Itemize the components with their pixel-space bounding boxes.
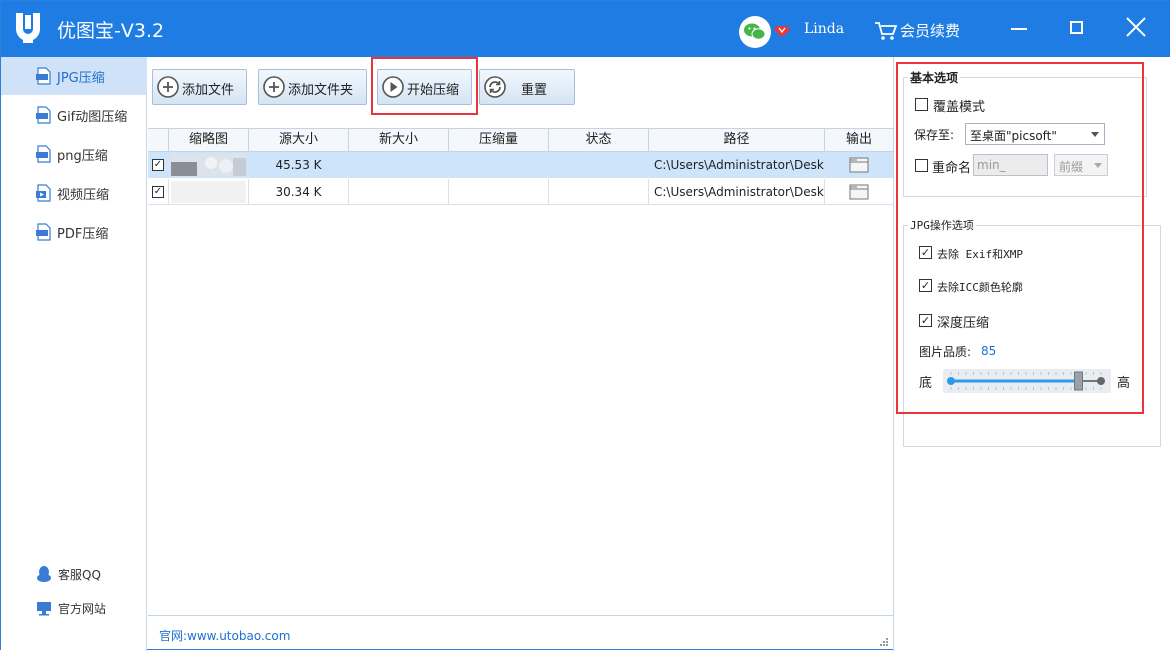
open-folder-icon[interactable] — [849, 157, 869, 173]
thumbnail-cell — [169, 179, 249, 205]
start-compress-button[interactable]: 开始压缩 — [377, 69, 472, 105]
header-path[interactable]: 路径 — [649, 129, 825, 152]
qq-penguin-icon — [37, 566, 51, 582]
reset-label: 重置 — [521, 83, 548, 98]
cart-icon[interactable] — [874, 20, 898, 42]
header-new-size[interactable]: 新大小 — [349, 129, 449, 152]
sidebar-item-label: png压缩 — [57, 149, 108, 164]
plus-circle-icon — [157, 76, 179, 98]
add-folder-label: 添加文件夹 — [288, 83, 354, 98]
maximize-button[interactable] — [1056, 9, 1096, 47]
official-site-link[interactable]: 官网:www.utobao.com — [159, 627, 290, 644]
jpg-file-icon — [36, 67, 51, 85]
image-thumbnail — [171, 154, 246, 176]
sidebar-item-png[interactable]: png压缩 — [1, 135, 147, 173]
table-header: 缩略图 源大小 新大小 压缩量 状态 路径 输出 — [148, 128, 893, 152]
thumbnail-cell — [169, 152, 249, 178]
refresh-icon — [484, 76, 506, 98]
header-checkbox-column — [148, 129, 169, 152]
saved-cell — [449, 152, 549, 178]
sidebar-item-label: Gif动图压缩 — [57, 110, 128, 125]
row-checkbox[interactable]: ✓ — [152, 159, 164, 171]
new-size-cell — [349, 152, 449, 178]
user-name[interactable]: Linda — [804, 21, 844, 37]
pdf-file-icon — [36, 223, 51, 241]
row-checkbox-cell: ✓ — [148, 152, 169, 178]
status-cell — [549, 152, 649, 178]
wechat-icon[interactable] — [739, 16, 771, 48]
saved-cell — [449, 179, 549, 205]
gif-file-icon — [36, 106, 51, 124]
official-website-label: 官方网站 — [58, 602, 107, 616]
row-checkbox[interactable]: ✓ — [152, 186, 164, 198]
status-cell — [549, 179, 649, 205]
header-saved[interactable]: 压缩量 — [449, 129, 549, 152]
customer-service-link[interactable]: 客服QQ — [1, 559, 147, 589]
start-compress-label: 开始压缩 — [407, 83, 460, 98]
header-output[interactable]: 输出 — [825, 129, 893, 152]
add-folder-button[interactable]: 添加文件夹 — [258, 69, 367, 105]
source-size-cell: 30.34 K — [249, 179, 349, 205]
close-button[interactable] — [1116, 9, 1156, 47]
app-window: 优图宝-V3.2 Linda 会员续费 JPG压缩 Gif动图压缩 png压缩 … — [0, 0, 1170, 651]
resize-grip-icon[interactable] — [879, 637, 889, 647]
status-bar: 官网:www.utobao.com — [148, 615, 893, 651]
header-status[interactable]: 状态 — [549, 129, 649, 152]
vip-diamond-icon — [774, 26, 790, 37]
header-thumbnail[interactable]: 缩略图 — [169, 129, 249, 152]
sidebar-item-label: 视频压缩 — [57, 188, 110, 203]
title-bar: 优图宝-V3.2 Linda 会员续费 — [1, 1, 1170, 57]
add-file-label: 添加文件 — [182, 83, 235, 98]
add-file-button[interactable]: 添加文件 — [152, 69, 247, 105]
path-cell: C:\Users\Administrator\Desk... — [649, 152, 825, 178]
app-logo-icon — [16, 13, 40, 43]
source-size-cell: 45.53 K — [249, 152, 349, 178]
table-row[interactable]: ✓ 30.34 K C:\Users\Administrator\Desk... — [148, 179, 893, 205]
header-source-size[interactable]: 源大小 — [249, 129, 349, 152]
plus-circle-icon — [263, 76, 285, 98]
monitor-icon — [37, 602, 51, 616]
path-cell: C:\Users\Administrator\Desk... — [649, 179, 825, 205]
customer-service-label: 客服QQ — [58, 568, 101, 582]
window-title: 优图宝-V3.2 — [57, 20, 165, 42]
video-file-icon — [36, 184, 51, 202]
image-thumbnail — [171, 181, 246, 203]
sidebar-item-video[interactable]: 视频压缩 — [1, 174, 147, 212]
table-row[interactable]: ✓ 45.53 K C:\Users\Administrator\Desk... — [148, 152, 893, 178]
row-checkbox-cell: ✓ — [148, 179, 169, 205]
minimize-button[interactable] — [999, 9, 1039, 47]
sidebar-item-jpg[interactable]: JPG压缩 — [1, 57, 147, 95]
renew-membership-link[interactable]: 会员续费 — [900, 20, 960, 41]
png-file-icon — [36, 145, 51, 163]
output-cell — [825, 152, 893, 178]
highlight-frame-options — [896, 62, 1144, 414]
play-circle-icon — [382, 76, 404, 98]
sidebar-item-gif[interactable]: Gif动图压缩 — [1, 96, 147, 134]
sidebar-item-label: PDF压缩 — [57, 227, 109, 242]
open-folder-icon[interactable] — [849, 184, 869, 200]
sidebar-item-pdf[interactable]: PDF压缩 — [1, 213, 147, 251]
new-size-cell — [349, 179, 449, 205]
reset-button[interactable]: 重置 — [479, 69, 575, 105]
sidebar-item-label: JPG压缩 — [57, 71, 105, 86]
sidebar: JPG压缩 Gif动图压缩 png压缩 视频压缩 PDF压缩 客服QQ 官方网站 — [1, 57, 147, 651]
output-cell — [825, 179, 893, 205]
official-website-link[interactable]: 官方网站 — [1, 593, 147, 623]
